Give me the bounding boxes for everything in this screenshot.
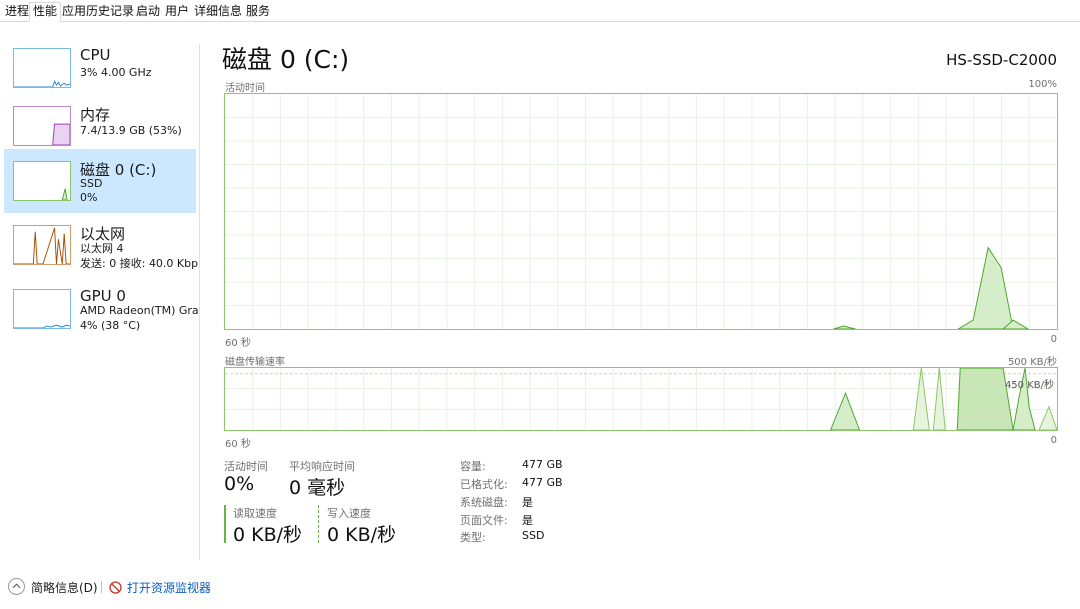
page-title: 磁盘 0 (C:)	[222, 45, 350, 74]
read-speed-indicator	[224, 505, 226, 543]
transfer-rate-chart-max: 500 KB/秒	[1007, 357, 1057, 368]
sidebar-item-throughput: 发送: 0 接收: 40.0 Kbps	[80, 255, 198, 271]
resource-sidebar: CPU 3% 4.00 GHz 内存 7.4/13.9 GB (53%) 磁盘 …	[0, 30, 200, 560]
page-file-value: 是	[522, 514, 533, 527]
sidebar-item-detail: 7.4/13.9 GB (53%)	[80, 124, 182, 137]
cpu-thumbnail-graph	[13, 48, 71, 88]
sidebar-item-usage: 4% (38 °C)	[80, 319, 141, 332]
read-speed-label: 读取速度	[233, 507, 277, 520]
tab-services[interactable]: 服务	[243, 3, 273, 21]
tab-processes[interactable]: 进程	[2, 3, 32, 21]
disk-type-label: 类型:	[460, 531, 486, 544]
sidebar-item-title: GPU 0	[80, 287, 126, 305]
sidebar-item-detail: 3% 4.00 GHz	[80, 66, 152, 79]
transfer-rate-chart-label: 磁盘传输速率	[225, 357, 285, 368]
sidebar-item-title: CPU	[80, 46, 111, 64]
active-time-chart	[224, 93, 1058, 330]
transfer-rate-chart-svg	[225, 368, 1057, 430]
send-value: 0	[109, 257, 117, 270]
gpu-thumbnail-graph	[13, 289, 71, 329]
write-speed-value: 0 KB/秒	[327, 524, 397, 546]
tab-users[interactable]: 用户	[162, 3, 192, 21]
tab-details[interactable]: 详细信息	[191, 3, 245, 21]
capacity-label: 容量:	[460, 460, 486, 473]
active-time-axis-left: 60 秒	[225, 338, 251, 349]
active-time-chart-svg	[225, 94, 1057, 329]
open-resource-monitor-link[interactable]: 打开资源监视器	[127, 579, 211, 596]
transfer-rate-inner-label: 450 KB/秒	[1004, 380, 1054, 391]
tab-bar: 进程 性能 应用历史记录 启动 用户 详细信息 服务	[0, 0, 1080, 22]
sidebar-item-disk[interactable]: 磁盘 0 (C:) SSD 0%	[4, 149, 196, 213]
tab-app-history[interactable]: 应用历史记录	[59, 3, 137, 21]
tab-startup[interactable]: 启动	[133, 3, 163, 21]
footer-bar: 简略信息(D) 打开资源监视器	[0, 572, 1080, 602]
active-time-chart-max: 100%	[1028, 79, 1057, 90]
footer-divider	[101, 581, 102, 593]
chevron-up-icon[interactable]	[8, 578, 25, 595]
formatted-label: 已格式化:	[460, 478, 508, 491]
system-disk-label: 系统磁盘:	[460, 496, 508, 509]
avg-response-stat-label: 平均响应时间	[289, 460, 355, 473]
sidebar-item-ethernet[interactable]: 以太网 以太网 4 发送: 0 接收: 40.0 Kbps	[4, 213, 198, 277]
write-speed-indicator	[318, 505, 320, 543]
active-time-chart-label: 活动时间	[225, 83, 265, 94]
active-time-stat-value: 0%	[224, 473, 255, 495]
page-file-label: 页面文件:	[460, 514, 508, 527]
receive-label: 接收:	[119, 257, 146, 270]
disk-thumbnail-graph	[13, 161, 71, 201]
ethernet-thumbnail-graph	[13, 225, 71, 265]
sidebar-item-title: 内存	[80, 106, 111, 124]
fewer-details-button[interactable]: 简略信息(D)	[31, 579, 98, 596]
avg-response-stat-value: 0 毫秒	[289, 477, 346, 499]
memory-thumbnail-graph	[13, 106, 71, 146]
system-disk-value: 是	[522, 496, 533, 509]
send-label: 发送:	[80, 257, 106, 270]
receive-value: 40.0 Kbps	[148, 257, 198, 270]
disk-model: HS-SSD-C2000	[946, 51, 1057, 69]
read-speed-value: 0 KB/秒	[233, 524, 303, 546]
write-speed-label: 写入速度	[327, 507, 371, 520]
resource-monitor-icon[interactable]	[109, 579, 122, 594]
capacity-value: 477 GB	[522, 458, 563, 471]
sidebar-item-adapter: AMD Radeon(TM) Graphics	[80, 304, 198, 317]
transfer-rate-axis-left: 60 秒	[225, 439, 251, 450]
transfer-rate-axis-right: 0	[1050, 435, 1057, 446]
active-time-axis-right: 0	[1050, 334, 1057, 345]
tab-performance[interactable]: 性能	[29, 2, 62, 22]
sidebar-item-adapter: 以太网 4	[80, 242, 124, 255]
formatted-value: 477 GB	[522, 476, 563, 489]
sidebar-divider	[199, 44, 200, 560]
active-time-stat-label: 活动时间	[224, 460, 268, 473]
sidebar-item-gpu[interactable]: GPU 0 AMD Radeon(TM) Graphics 4% (38 °C)	[4, 277, 198, 341]
sidebar-item-type: SSD	[80, 177, 103, 190]
disk-type-value: SSD	[522, 529, 545, 542]
transfer-rate-chart: 450 KB/秒	[224, 367, 1058, 431]
sidebar-item-usage: 0%	[80, 191, 98, 204]
sidebar-item-cpu[interactable]: CPU 3% 4.00 GHz	[4, 36, 196, 100]
